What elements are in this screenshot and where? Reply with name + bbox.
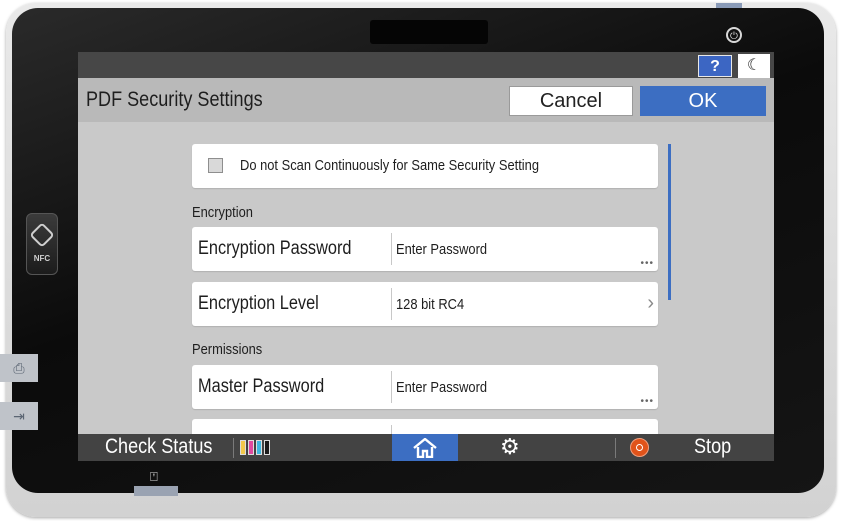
login-icon[interactable]: ⇥ [0, 402, 38, 430]
encryption-level-row[interactable]: Encryption Level 128 bit RC4 › [192, 282, 658, 326]
page-title: PDF Security Settings [86, 88, 263, 111]
nfc-glyph [29, 222, 55, 248]
encryption-section-label: Encryption [192, 204, 253, 221]
continuous-scan-checkbox-row[interactable]: Do not Scan Continuously for Same Securi… [192, 144, 658, 188]
ellipsis-icon: ••• [640, 258, 654, 269]
bar-divider [615, 438, 616, 458]
title-bar: PDF Security Settings Cancel OK [78, 78, 774, 122]
stop-button[interactable]: Stop [694, 435, 731, 459]
camera-bar [370, 20, 488, 44]
toner-level-icon [240, 440, 272, 456]
help-button[interactable]: ? [698, 55, 732, 77]
home-icon [413, 438, 437, 458]
gear-icon[interactable]: ⚙ [500, 433, 520, 460]
master-password-row[interactable]: Master Password Enter Password ••• [192, 365, 658, 409]
nfc-label: NFC [33, 254, 51, 263]
check-status-button[interactable]: Check Status [105, 435, 212, 459]
bar-divider [233, 438, 234, 458]
continuous-scan-checkbox[interactable] [208, 158, 223, 173]
stop-icon[interactable] [630, 438, 649, 457]
encryption-password-row[interactable]: Encryption Password Enter Password ••• [192, 227, 658, 271]
encryption-level-value: 128 bit RC4 [396, 296, 465, 313]
fax-icon[interactable]: ⎙ [0, 354, 38, 382]
encryption-password-label: Encryption Password [198, 238, 352, 259]
device-bezel: ⏻ NFC ⍞ ? ☾ PDF Security Settings Cancel… [12, 8, 824, 493]
toner-yellow [240, 440, 246, 455]
screen: ? ☾ PDF Security Settings Cancel OK Do n… [78, 52, 774, 461]
permissions-section-label: Permissions [192, 341, 263, 358]
info-icon: ⍞ [150, 469, 158, 484]
bottom-bar: Check Status ⚙ Stop [78, 434, 774, 461]
row-divider [391, 233, 392, 265]
toner-cyan [256, 440, 262, 455]
power-icon[interactable]: ⏻ [726, 27, 742, 43]
status-strip: ? ☾ [78, 52, 774, 78]
master-password-label: Master Password [198, 376, 325, 397]
nfc-icon: NFC [26, 213, 58, 275]
home-button[interactable] [392, 434, 458, 461]
scroll-indicator[interactable] [668, 144, 671, 300]
encryption-level-label: Encryption Level [198, 293, 319, 314]
moon-icon[interactable]: ☾ [738, 54, 770, 78]
cancel-button[interactable]: Cancel [509, 86, 633, 116]
ok-button[interactable]: OK [640, 86, 766, 116]
chevron-right-icon: › [647, 292, 654, 314]
master-password-value: Enter Password [396, 379, 488, 396]
toner-black [264, 440, 270, 455]
device-frame: ⏻ NFC ⍞ ? ☾ PDF Security Settings Cancel… [6, 3, 836, 517]
encryption-password-value: Enter Password [396, 241, 488, 258]
ellipsis-icon: ••• [640, 396, 654, 407]
continuous-scan-label: Do not Scan Continuously for Same Securi… [240, 157, 540, 174]
bottom-tab [134, 486, 178, 496]
toner-magenta [248, 440, 254, 455]
row-divider [391, 288, 392, 320]
row-divider [391, 371, 392, 403]
